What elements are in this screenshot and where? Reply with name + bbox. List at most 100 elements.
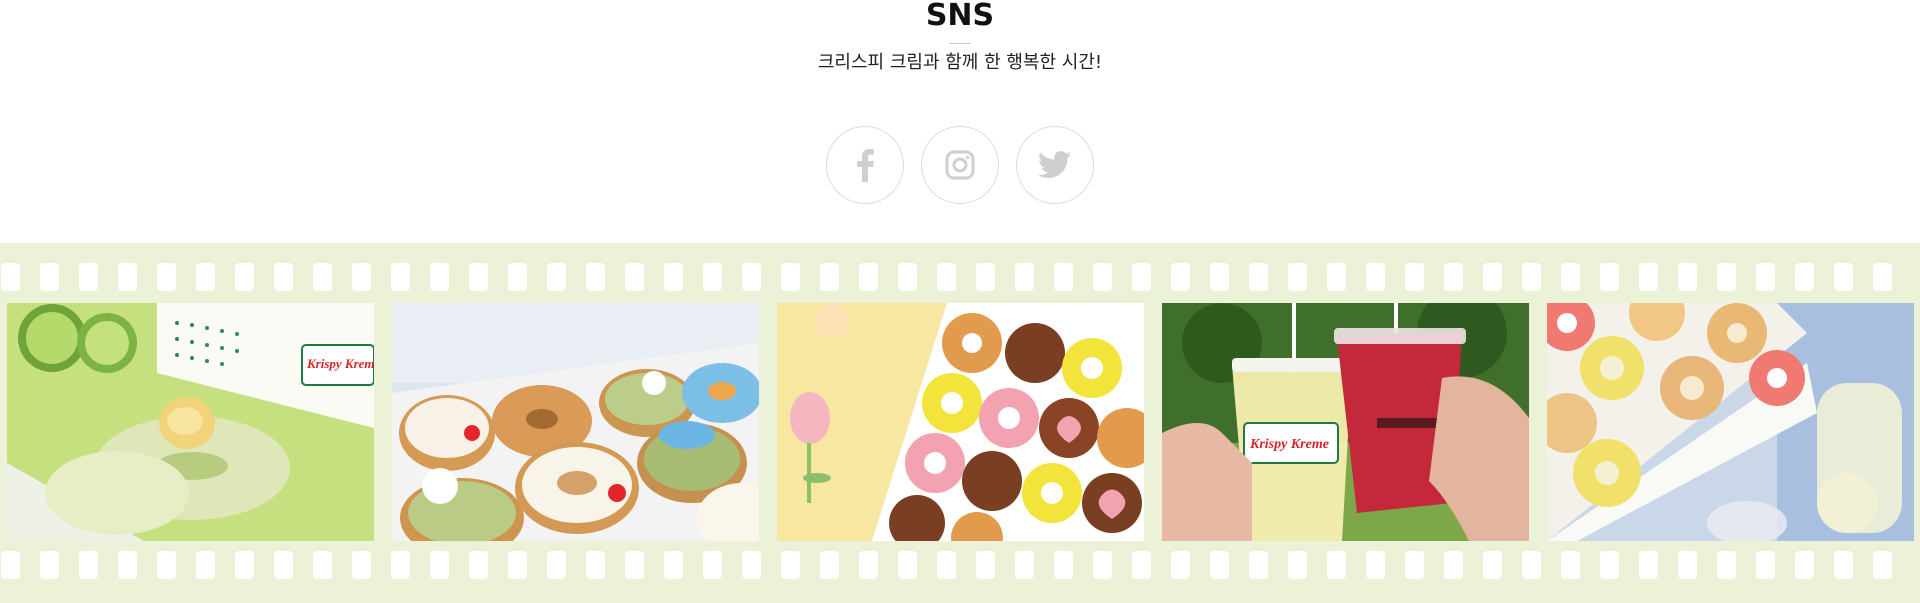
film-perforation <box>1171 263 1190 291</box>
film-perforation <box>898 551 917 579</box>
facebook-button[interactable] <box>826 126 904 204</box>
film-perforation <box>820 551 839 579</box>
film-perforation <box>1249 551 1268 579</box>
film-perforation <box>1366 551 1385 579</box>
film-perforations-top <box>0 263 1920 291</box>
facebook-icon <box>857 149 874 182</box>
film-perforation <box>118 263 137 291</box>
film-perforation <box>1756 263 1775 291</box>
film-perforation <box>1210 263 1229 291</box>
film-perforation <box>40 263 59 291</box>
film-perforation <box>1015 263 1034 291</box>
film-perforation <box>1522 263 1541 291</box>
film-perforation <box>1678 551 1697 579</box>
film-perforation <box>1678 263 1697 291</box>
film-perforation <box>430 551 449 579</box>
film-perforation <box>508 263 527 291</box>
film-perforation <box>898 263 917 291</box>
cup-logo-text: Krispy Kreme <box>1249 437 1329 452</box>
film-perforation <box>1054 551 1073 579</box>
film-perforation <box>547 263 566 291</box>
film-perforation <box>1795 551 1814 579</box>
film-perforation <box>313 551 332 579</box>
film-perforation <box>40 551 59 579</box>
film-perforation <box>1327 263 1346 291</box>
film-perforation <box>469 551 488 579</box>
instagram-icon <box>945 150 975 180</box>
film-perforation <box>1054 263 1073 291</box>
film-perforation <box>1600 551 1619 579</box>
film-perforation <box>1834 551 1853 579</box>
film-perforation <box>1 263 20 291</box>
film-perforation <box>1288 551 1307 579</box>
film-perforation <box>1834 263 1853 291</box>
film-perforation <box>1600 263 1619 291</box>
film-perforation <box>937 263 956 291</box>
film-perforation <box>937 551 956 579</box>
gallery-photo-3[interactable] <box>777 303 1144 541</box>
box-logo-text: Krispy Kreme <box>306 356 374 371</box>
film-perforation <box>274 263 293 291</box>
film-perforation <box>118 551 137 579</box>
film-perforation <box>859 263 878 291</box>
film-perforation <box>703 551 722 579</box>
film-perforation <box>1483 263 1502 291</box>
gallery-photo-1[interactable]: Krispy Kreme <box>7 303 374 541</box>
film-perforation <box>79 551 98 579</box>
film-perforation <box>79 263 98 291</box>
film-strip-gallery: Krispy Kreme Krispy Kreme <box>0 243 1920 603</box>
film-perforation <box>664 263 683 291</box>
film-perforation <box>235 263 254 291</box>
film-perforation <box>196 551 215 579</box>
film-perforation <box>352 263 371 291</box>
film-perforation <box>508 551 527 579</box>
film-perforation <box>391 551 410 579</box>
film-perforation <box>196 263 215 291</box>
film-perforation <box>1561 551 1580 579</box>
film-perforation <box>1093 263 1112 291</box>
film-perforation <box>352 551 371 579</box>
film-perforation <box>1366 263 1385 291</box>
film-perforation <box>1015 551 1034 579</box>
film-perforation <box>1132 263 1151 291</box>
film-perforation <box>1405 551 1424 579</box>
film-perforation <box>1288 263 1307 291</box>
film-perforation <box>703 263 722 291</box>
film-perforation <box>976 551 995 579</box>
title-divider <box>950 43 970 44</box>
film-perforation <box>1717 263 1736 291</box>
gallery-photo-2[interactable] <box>392 303 759 541</box>
film-perforation <box>430 263 449 291</box>
twitter-button[interactable] <box>1016 126 1094 204</box>
film-perforation <box>1795 263 1814 291</box>
film-perforation <box>742 551 761 579</box>
section-subtitle: 크리스피 크림과 함께 한 행복한 시간! <box>817 52 1103 73</box>
section-title: SNS <box>925 0 995 33</box>
social-links <box>0 126 1920 204</box>
film-perforation <box>625 551 644 579</box>
film-perforation <box>820 263 839 291</box>
gallery-photo-5[interactable] <box>1547 303 1914 541</box>
film-perforation <box>1327 551 1346 579</box>
film-perforation <box>313 263 332 291</box>
film-perforation <box>1405 263 1424 291</box>
film-perforation <box>1132 551 1151 579</box>
film-perforation <box>547 551 566 579</box>
sns-section: SNS 크리스피 크림과 함께 한 행복한 시간! Krispy Kreme K… <box>0 0 1920 603</box>
film-perforation <box>1 551 20 579</box>
film-perforation <box>586 263 605 291</box>
film-perforation <box>1483 551 1502 579</box>
film-perforation <box>1756 551 1775 579</box>
film-perforation <box>781 551 800 579</box>
twitter-icon <box>1038 151 1072 179</box>
film-perforation <box>625 263 644 291</box>
gallery-photo-4[interactable]: Krispy Kreme <box>1162 303 1529 541</box>
film-perforation <box>1249 263 1268 291</box>
film-perforation <box>859 551 878 579</box>
film-perforation <box>1171 551 1190 579</box>
film-perforation <box>1210 551 1229 579</box>
instagram-button[interactable] <box>921 126 999 204</box>
film-perforation <box>586 551 605 579</box>
film-perforation <box>1444 263 1463 291</box>
film-perforation <box>1639 263 1658 291</box>
